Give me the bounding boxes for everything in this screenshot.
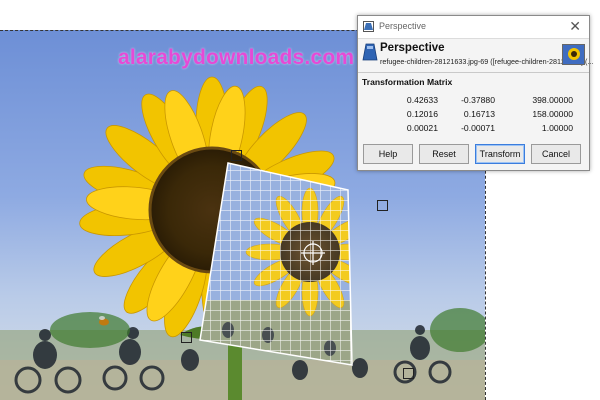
matrix-row: 0.00021 -0.00071 1.00000 <box>358 123 591 135</box>
perspective-tool-icon <box>362 43 378 61</box>
handle-bottom-left[interactable] <box>181 332 192 343</box>
matrix-cell: 0.12016 <box>406 109 438 119</box>
help-button[interactable]: Help <box>363 144 413 164</box>
matrix-cell: 1.00000 <box>541 123 573 133</box>
perspective-dialog: Perspective ✕ Perspective refugee-childr… <box>357 15 593 171</box>
matrix-cell: 0.42633 <box>406 95 438 105</box>
perspective-tool-icon <box>363 21 374 32</box>
dialog-heading: Perspective <box>380 42 445 54</box>
handle-top-left[interactable] <box>231 150 242 161</box>
handle-top-right[interactable] <box>377 200 388 211</box>
matrix-cell: 0.00021 <box>406 123 438 133</box>
header-separator <box>358 72 589 73</box>
matrix-cell: -0.00071 <box>461 123 495 133</box>
reset-button[interactable]: Reset <box>419 144 469 164</box>
matrix-cell: -0.37880 <box>461 95 495 105</box>
close-icon[interactable]: ✕ <box>569 18 581 35</box>
matrix-row: 0.12016 0.16713 158.00000 <box>358 109 591 121</box>
matrix-row: 0.42633 -0.37880 398.00000 <box>358 95 591 107</box>
dialog-titlebar[interactable]: Perspective ✕ <box>358 16 589 39</box>
cancel-button[interactable]: Cancel <box>531 144 581 164</box>
window-title: Perspective <box>379 21 427 31</box>
matrix-cell: 398.00000 <box>532 95 573 105</box>
matrix-cell: 158.00000 <box>532 109 573 119</box>
transform-button[interactable]: Transform <box>475 144 525 164</box>
image-thumbnail <box>562 44 585 65</box>
dialog-header: Perspective refugee-children-28121633.jp… <box>358 39 593 72</box>
handle-bottom-right[interactable] <box>403 368 414 379</box>
matrix-cell: 0.16713 <box>463 109 495 119</box>
watermark: alarabydownloads.com <box>118 46 355 69</box>
matrix-label: Transformation Matrix <box>362 77 453 87</box>
